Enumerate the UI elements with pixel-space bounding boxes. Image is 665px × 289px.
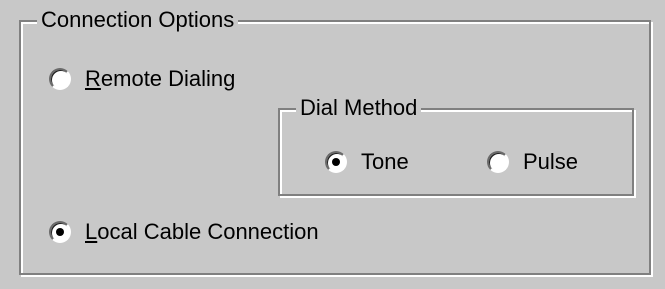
pulse-radio-option[interactable]: Pulse [487,150,578,174]
remote-dialing-label[interactable]: Remote Dialing [85,67,235,91]
local-cable-connection-radio-option[interactable]: Local Cable Connection [49,220,319,244]
tone-label[interactable]: Tone [361,150,409,174]
local-cable-connection-radio[interactable] [49,221,71,243]
remote-dialing-radio[interactable] [49,68,71,90]
local-cable-connection-label[interactable]: Local Cable Connection [85,220,319,244]
pulse-label[interactable]: Pulse [523,150,578,174]
remote-dialing-radio-option[interactable]: Remote Dialing [49,67,235,91]
connection-options-title: Connection Options [37,8,239,32]
tone-radio-option[interactable]: Tone [325,150,409,174]
dial-method-title: Dial Method [296,96,422,120]
pulse-radio[interactable] [487,151,509,173]
tone-radio[interactable] [325,151,347,173]
